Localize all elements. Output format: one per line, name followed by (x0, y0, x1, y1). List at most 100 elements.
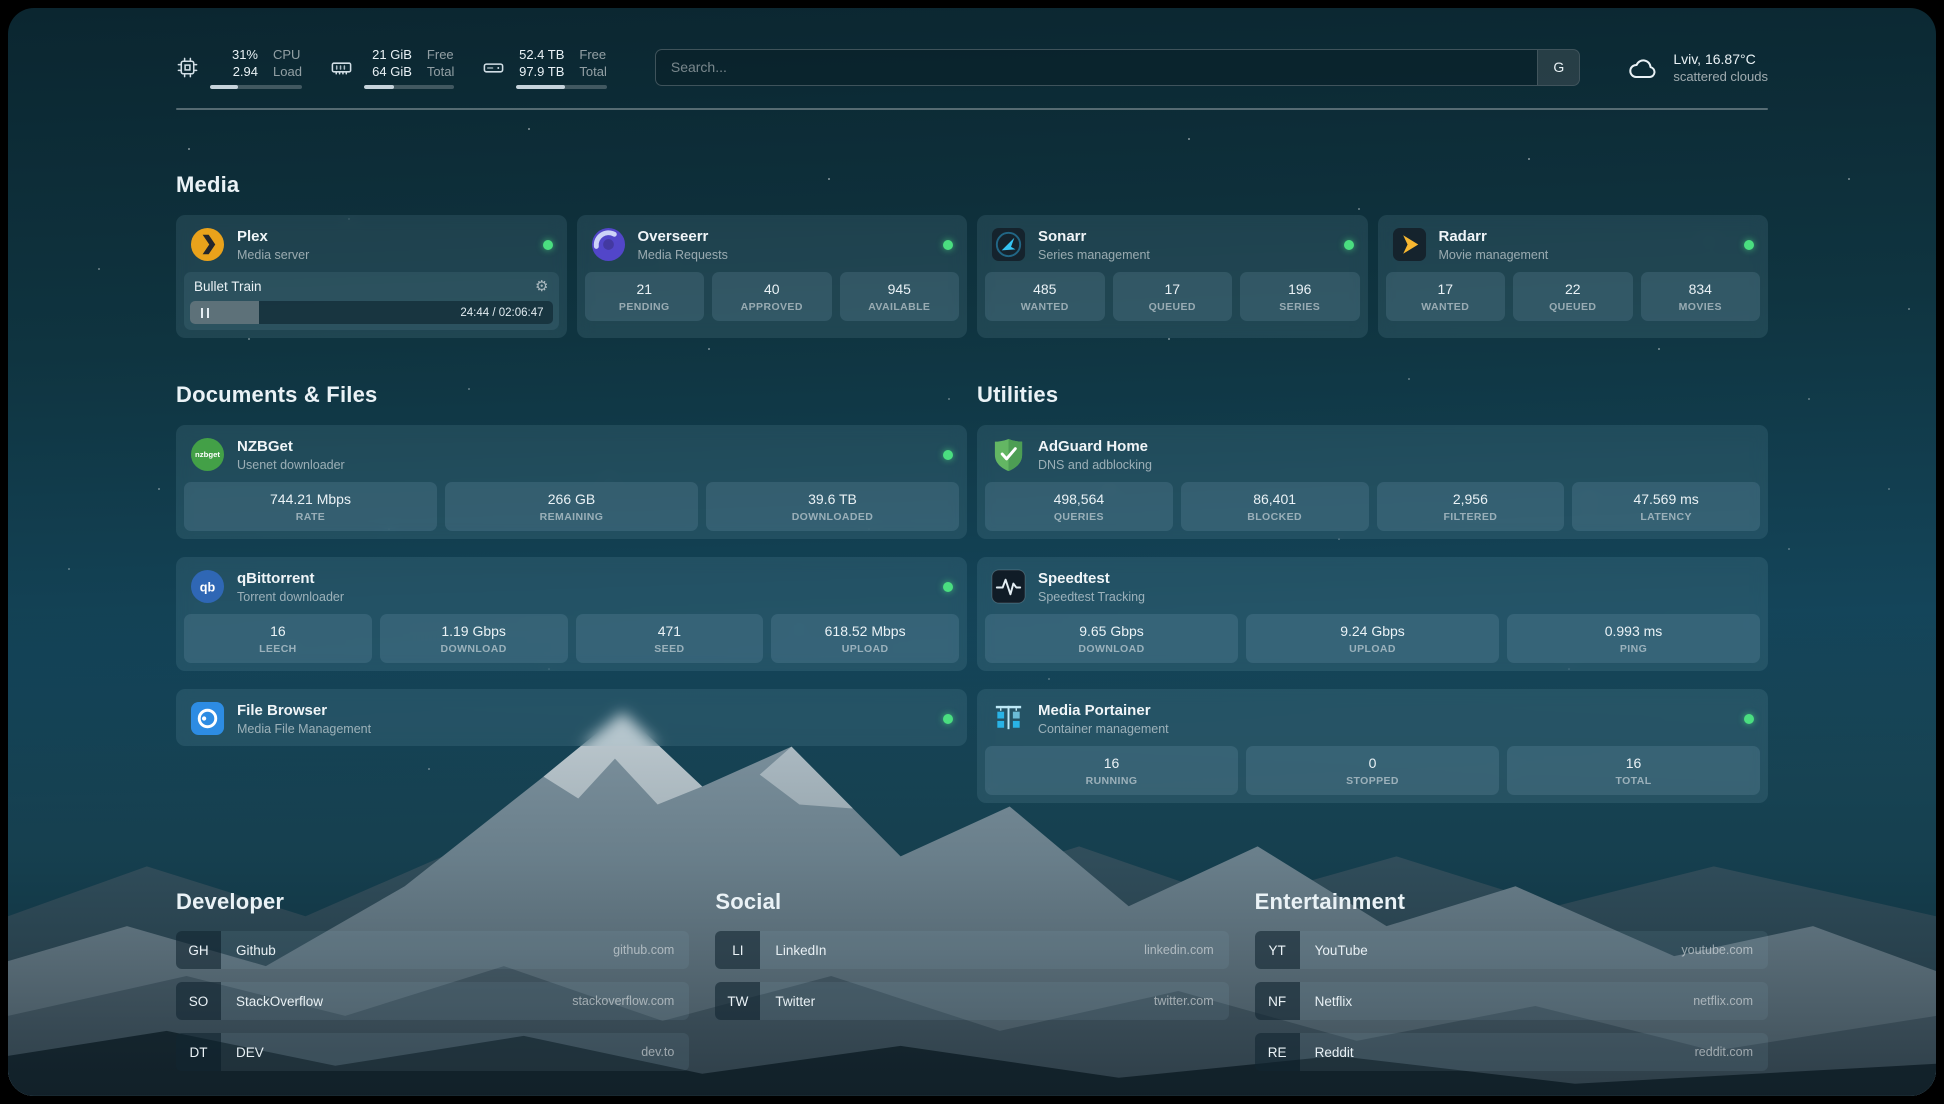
weather-widget[interactable]: Lviv, 16.87°C scattered clouds (1626, 50, 1768, 85)
service-subtitle: Usenet downloader (237, 458, 345, 472)
section-title-developer: Developer (176, 889, 689, 915)
disk-usage-bar (516, 85, 606, 89)
now-playing-title: Bullet Train (194, 279, 262, 294)
svg-text:qb: qb (200, 580, 216, 594)
bookmark-abbr: NF (1255, 982, 1300, 1020)
service-name: NZBGet (237, 438, 345, 456)
bookmark-reddit[interactable]: RE Reddit reddit.com (1255, 1033, 1768, 1071)
stat-queries: 498,564 QUERIES (985, 482, 1173, 531)
service-card-plex[interactable]: Plex Media server Bullet Train ⚙︎ (176, 215, 567, 338)
memory-usage-bar (364, 85, 454, 89)
stat-download: 9.65 Gbps DOWNLOAD (985, 614, 1238, 663)
bookmark-stackoverflow[interactable]: SO StackOverflow stackoverflow.com (176, 982, 689, 1020)
search-bar[interactable]: G (655, 49, 1580, 86)
bookmark-domain: youtube.com (1681, 943, 1753, 957)
svg-text:nzbget: nzbget (195, 450, 220, 459)
status-online-dot (943, 240, 953, 250)
service-card-sonarr[interactable]: Sonarr Series management 485 WANTED 17 Q… (977, 215, 1368, 338)
service-subtitle: Container management (1038, 722, 1169, 736)
stat-upload: 9.24 Gbps UPLOAD (1246, 614, 1499, 663)
service-card-qbittorrent[interactable]: qb qBittorrent Torrent downloader 16 (176, 557, 967, 671)
stat-remaining: 266 GB REMAINING (445, 482, 698, 531)
stat-wanted: 485 WANTED (985, 272, 1105, 321)
stat-movies: 834 MOVIES (1641, 272, 1761, 321)
bookmark-domain: stackoverflow.com (572, 994, 674, 1008)
memory-icon (330, 56, 353, 79)
cpu-widget: 31% 2.94 CPU Load (176, 46, 302, 89)
bookmark-name: Netflix (1315, 994, 1353, 1009)
disk-free-value: 52.4 TB (519, 46, 564, 63)
weather-location: Lviv, 16.87°C (1673, 50, 1768, 68)
service-card-adguard[interactable]: AdGuard Home DNS and adblocking 498,564 … (977, 425, 1768, 539)
cloud-icon (1626, 53, 1660, 81)
disk-total-value: 97.9 TB (519, 63, 564, 80)
service-card-portainer[interactable]: Media Portainer Container management 16 … (977, 689, 1768, 803)
bookmark-github[interactable]: GH Github github.com (176, 931, 689, 969)
filebrowser-icon (190, 701, 225, 736)
stat-blocked: 86,401 BLOCKED (1181, 482, 1369, 531)
service-card-overseerr[interactable]: Overseerr Media Requests 21 PENDING 40 A… (577, 215, 968, 338)
playback-progress-bar[interactable]: 24:44 / 02:06:47 (190, 301, 553, 324)
bookmark-abbr: LI (715, 931, 760, 969)
memory-free-label: Free (427, 46, 454, 63)
stat-ping: 0.993 ms PING (1507, 614, 1760, 663)
cpu-load-label: Load (273, 63, 302, 80)
qbittorrent-icon: qb (190, 569, 225, 604)
service-name: Sonarr (1038, 228, 1150, 246)
section-title-documents: Documents & Files (176, 382, 967, 408)
stat-queued: 17 QUEUED (1113, 272, 1233, 321)
bookmark-netflix[interactable]: NF Netflix netflix.com (1255, 982, 1768, 1020)
section-media: Media Plex Media server (176, 172, 1768, 338)
weather-condition: scattered clouds (1673, 68, 1768, 85)
plex-icon (190, 227, 225, 262)
section-documents-files: Documents & Files nzbget NZBGet Usenet d… (176, 382, 967, 746)
bookmark-name: Twitter (775, 994, 815, 1009)
service-name: Overseerr (638, 228, 728, 246)
settings-gear-icon[interactable]: ⚙︎ (535, 279, 548, 294)
service-card-speedtest[interactable]: Speedtest Speedtest Tracking 9.65 Gbps D… (977, 557, 1768, 671)
status-online-dot (943, 714, 953, 724)
stat-available: 945 AVAILABLE (840, 272, 960, 321)
portainer-icon (991, 701, 1026, 736)
stat-rate: 744.21 Mbps RATE (184, 482, 437, 531)
adguard-icon (991, 437, 1026, 472)
service-name: Speedtest (1038, 570, 1145, 588)
stat-queued: 22 QUEUED (1513, 272, 1633, 321)
overseerr-icon (591, 227, 626, 262)
topbar-divider (176, 108, 1768, 110)
search-input[interactable] (656, 50, 1537, 85)
stat-seed: 471 SEED (576, 614, 764, 663)
stat-stopped: 0 STOPPED (1246, 746, 1499, 795)
bookmark-dev[interactable]: DT DEV dev.to (176, 1033, 689, 1071)
bookmark-abbr: TW (715, 982, 760, 1020)
service-name: Media Portainer (1038, 702, 1169, 720)
bookmark-name: Github (236, 943, 276, 958)
speedtest-icon (991, 569, 1026, 604)
bookmark-abbr: YT (1255, 931, 1300, 969)
stat-running: 16 RUNNING (985, 746, 1238, 795)
bookmark-linkedin[interactable]: LI LinkedIn linkedin.com (715, 931, 1228, 969)
search-provider-button[interactable]: G (1537, 50, 1579, 85)
service-subtitle: DNS and adblocking (1038, 458, 1152, 472)
cpu-usage-bar (210, 85, 302, 89)
service-card-filebrowser[interactable]: File Browser Media File Management (176, 689, 967, 746)
bookmark-youtube[interactable]: YT YouTube youtube.com (1255, 931, 1768, 969)
service-card-radarr[interactable]: Radarr Movie management 17 WANTED 22 QUE… (1378, 215, 1769, 338)
service-name: Plex (237, 228, 309, 246)
bookmark-name: Reddit (1315, 1045, 1354, 1060)
stat-total: 16 TOTAL (1507, 746, 1760, 795)
service-subtitle: Media Requests (638, 248, 728, 262)
disk-free-label: Free (579, 46, 606, 63)
section-title-media: Media (176, 172, 1768, 198)
bookmark-twitter[interactable]: TW Twitter twitter.com (715, 982, 1228, 1020)
memory-free-value: 21 GiB (372, 46, 412, 63)
pause-icon[interactable] (190, 308, 220, 318)
memory-total-label: Total (427, 63, 454, 80)
stat-approved: 40 APPROVED (712, 272, 832, 321)
bookmark-domain: dev.to (641, 1045, 674, 1059)
sonarr-icon (991, 227, 1026, 262)
service-card-nzbget[interactable]: nzbget NZBGet Usenet downloader 744.21 M… (176, 425, 967, 539)
service-subtitle: Torrent downloader (237, 590, 344, 604)
section-title-social: Social (715, 889, 1228, 915)
playback-time: 24:44 / 02:06:47 (460, 307, 552, 319)
